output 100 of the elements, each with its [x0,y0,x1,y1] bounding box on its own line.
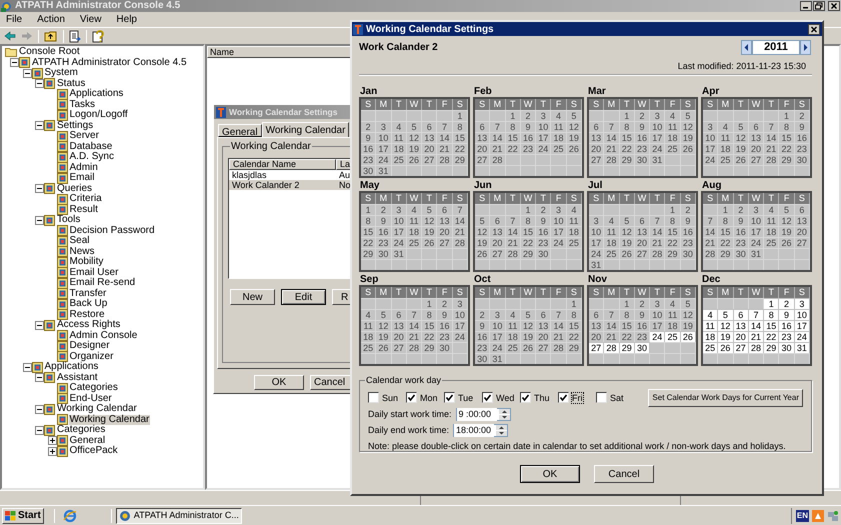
calendar-day[interactable]: 11 [665,121,681,132]
calendar-day[interactable]: 2 [634,298,650,309]
calendar-day[interactable]: 29 [779,154,795,165]
calendar-day[interactable]: 9 [779,309,795,320]
calendar-day[interactable]: 3 [392,204,407,215]
calendar-day[interactable]: 20 [536,331,552,342]
spin-buttons[interactable] [496,425,508,436]
menu-item[interactable]: Action [34,14,68,24]
calendar-day[interactable]: 19 [406,143,422,154]
dialog-button[interactable]: New [230,289,275,305]
calendar-day[interactable]: 17 [703,143,718,154]
calendar-day[interactable]: 8 [779,121,795,132]
calendar-day[interactable]: 19 [475,237,490,248]
calendar-day[interactable]: 13 [589,320,604,331]
collapse-toggle[interactable] [22,362,32,372]
calendar-day[interactable]: 10 [748,215,764,226]
calendar-day[interactable]: 16 [520,132,536,143]
calendar-day[interactable]: 5 [566,110,582,121]
calendar-day[interactable]: 20 [589,143,604,154]
calendar-day[interactable]: 30 [680,248,696,259]
calendar-day[interactable]: 2 [734,204,749,215]
start-button[interactable]: Start [2,508,44,524]
calendar-day[interactable]: 18 [604,237,620,248]
calendar-day[interactable]: 5 [734,121,749,132]
tree-item[interactable]: Categories [56,425,106,436]
calendar-day[interactable]: 14 [551,320,567,331]
calendar-day[interactable]: 3 [376,121,392,132]
calendar-day[interactable]: 19 [376,331,392,342]
calendar-day[interactable]: 25 [361,342,376,353]
calendar-day[interactable]: 7 [604,309,620,320]
calendar-day[interactable]: 21 [551,331,567,342]
calendar-day[interactable]: 10 [376,132,392,143]
calendar-day[interactable]: 23 [536,237,552,248]
calendar-day[interactable]: 13 [392,320,407,331]
calendar-day[interactable]: 11 [551,121,567,132]
tree-item[interactable]: OfficePack [68,446,119,456]
calendar-day[interactable]: 11 [764,215,780,226]
calendar-day[interactable]: 21 [604,143,620,154]
calendar-day[interactable]: 21 [490,143,506,154]
calendar-day[interactable]: 18 [551,132,567,143]
calendar-day[interactable]: 7 [650,215,666,226]
calendar-day[interactable]: 25 [392,154,407,165]
calendar-day[interactable]: 4 [392,121,407,132]
calendar-day[interactable]: 22 [779,143,795,154]
column-header[interactable]: Calendar Name [229,159,336,170]
menu-item[interactable]: File [3,14,26,24]
expand-toggle[interactable] [48,446,56,456]
calendar-day[interactable]: 26 [734,154,749,165]
calendar-day[interactable]: 20 [734,331,749,342]
calendar-day[interactable]: 2 [520,110,536,121]
calendar-day[interactable]: 15 [764,320,780,331]
calendar-day[interactable]: 4 [764,204,780,215]
calendar-day[interactable]: 25 [604,248,620,259]
calendar-day[interactable]: 23 [680,237,696,248]
calendar-day[interactable]: 5 [718,309,734,320]
calendar-day[interactable]: 17 [536,132,552,143]
calendar-day[interactable]: 11 [718,132,734,143]
calendar-day[interactable]: 22 [506,143,521,154]
calendar-day[interactable]: 14 [490,132,506,143]
calendar-day[interactable]: 23 [520,143,536,154]
calendar-day[interactable]: 8 [665,215,681,226]
calendar-day[interactable]: 30 [634,342,650,353]
calendar-day[interactable]: 26 [718,342,734,353]
tree-item[interactable]: Applications [68,89,124,100]
calendar-day[interactable]: 24 [650,143,666,154]
calendar-day[interactable]: 29 [620,154,635,165]
calendar-day[interactable]: 16 [361,143,376,154]
calendar-day[interactable]: 17 [376,143,392,154]
minimize-button[interactable] [800,1,812,11]
calendar-day[interactable]: 16 [779,320,795,331]
checkbox-label[interactable]: Sun [382,392,398,402]
calendar-day[interactable]: 8 [764,309,780,320]
tray-app-icon[interactable] [812,510,824,522]
close-button[interactable] [808,24,820,34]
calendar-day[interactable]: 14 [506,226,521,237]
calendar-day[interactable]: 10 [536,121,552,132]
calendar-day[interactable]: 18 [361,331,376,342]
tree-item[interactable]: Restore [68,310,106,320]
help-icon[interactable] [92,30,105,42]
tree-item[interactable]: Queries [56,184,94,194]
calendar-day[interactable]: 6 [634,215,650,226]
calendar-day[interactable]: 17 [551,226,567,237]
calendar-day[interactable]: 8 [718,215,734,226]
calendar-day[interactable]: 5 [475,215,490,226]
calendar-day[interactable]: 7 [437,121,453,132]
calendar-day[interactable]: 1 [422,298,438,309]
tree-item[interactable]: News [68,246,96,257]
calendar-day[interactable]: 13 [794,215,810,226]
calendar-day[interactable]: 9 [361,132,376,143]
calendar-day[interactable]: 15 [718,226,734,237]
list-row[interactable]: klasjdlas Au [229,170,350,180]
language-indicator[interactable]: EN [796,510,809,522]
calendar-day[interactable]: 17 [794,320,810,331]
calendar-day[interactable]: 25 [665,143,681,154]
calendar-day[interactable]: 22 [566,331,582,342]
calendar-day[interactable]: 2 [376,204,392,215]
back-arrow-icon[interactable] [4,31,16,41]
tree-item[interactable]: Status [56,78,86,89]
tree-item[interactable]: System [44,68,79,78]
calendar-day[interactable]: 16 [794,132,810,143]
